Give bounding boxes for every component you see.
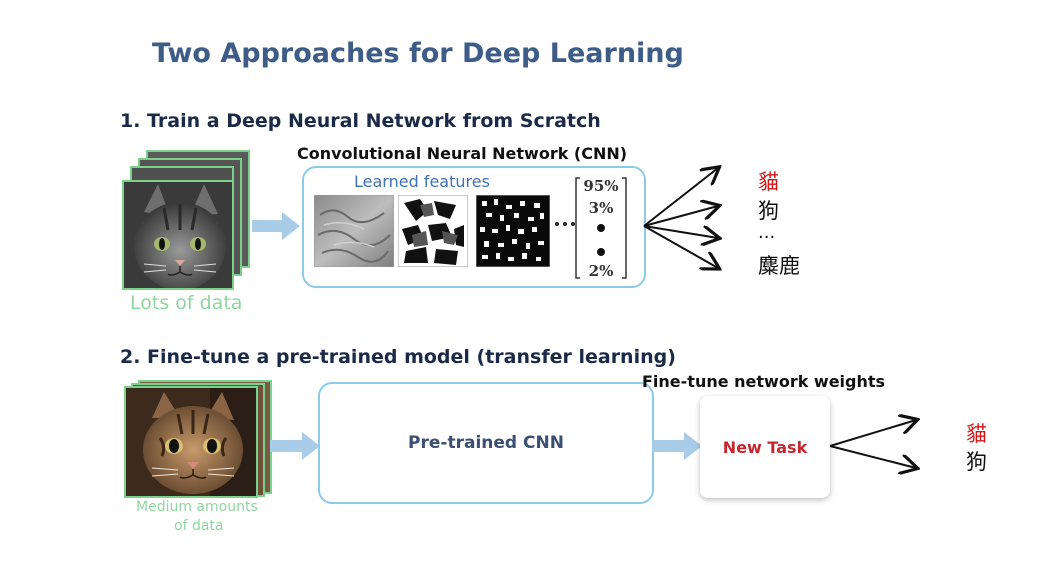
output-label-cat: 貓 xyxy=(758,170,779,194)
approach2-data-stack xyxy=(124,380,274,498)
output-label-dog: 狗 xyxy=(758,199,779,223)
tabby-cat-photo-icon xyxy=(124,386,258,498)
feature-map-icon xyxy=(476,195,550,267)
prob-value: 95% xyxy=(583,177,619,195)
new-task-box: New Task xyxy=(700,396,830,498)
prob-value: 2% xyxy=(588,262,614,280)
output-arrow-icon xyxy=(829,406,926,478)
output-label-cat: 貓 xyxy=(966,422,987,446)
cat-photo-icon xyxy=(122,180,234,290)
learned-features-label: Learned features xyxy=(354,172,490,191)
approach1-data-label: Lots of data xyxy=(130,292,243,314)
finetune-label: Fine-tune network weights xyxy=(642,372,886,391)
approach2-data-label: of data xyxy=(174,518,224,534)
feature-map-icon xyxy=(314,195,394,267)
approach2-data-label: Medium amounts xyxy=(136,499,258,515)
pretrained-cnn-label: Pre-trained CNN xyxy=(408,433,564,453)
approach1-heading: 1. Train a Deep Neural Network from Scra… xyxy=(120,110,601,132)
output-label-more: ... xyxy=(758,222,776,243)
cnn-label: Convolutional Neural Network (CNN) xyxy=(297,144,628,163)
pretrained-cnn-box: Pre-trained CNN xyxy=(318,382,654,504)
cat-face-icon xyxy=(124,182,232,288)
cat-face-icon xyxy=(126,388,256,496)
prob-value: 3% xyxy=(588,199,614,217)
right-arrow-icon xyxy=(652,432,702,460)
slide-title: Two Approaches for Deep Learning xyxy=(152,38,684,69)
output-label-elk: 麋鹿 xyxy=(758,254,800,278)
right-arrow-icon xyxy=(252,212,300,240)
approach2-heading: 2. Fine-tune a pre-trained model (transf… xyxy=(120,346,676,368)
right-arrow-icon xyxy=(270,432,320,460)
output-arrow-icon xyxy=(643,160,730,280)
new-task-label: New Task xyxy=(722,437,808,457)
ellipsis-dots-icon xyxy=(555,222,575,226)
feature-map-icon xyxy=(398,195,468,267)
approach1-data-stack xyxy=(122,150,254,290)
output-label-dog: 狗 xyxy=(966,450,987,474)
